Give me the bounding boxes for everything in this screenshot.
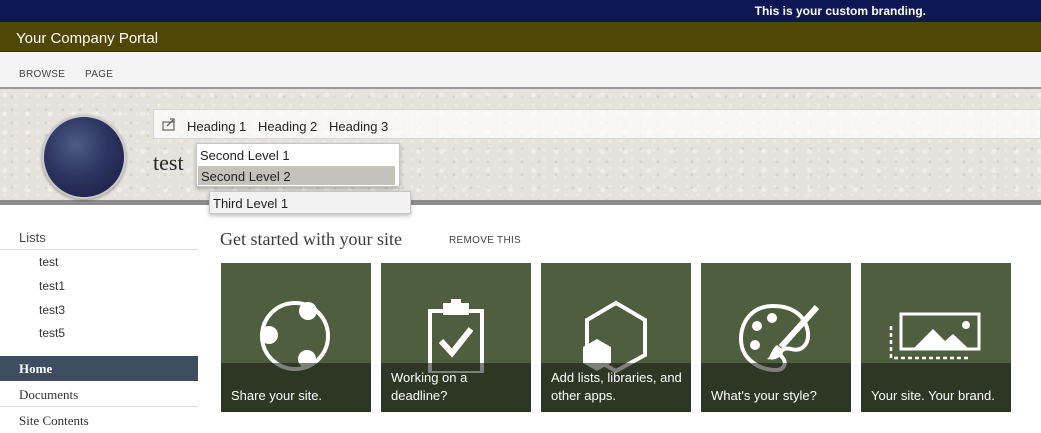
clipboard-check-icon <box>428 299 484 373</box>
remove-this-link[interactable]: REMOVE THIS <box>449 235 521 246</box>
dropdown-item-second-level-2[interactable]: Second Level 2 <box>198 166 395 185</box>
nav-heading-2[interactable]: Heading 2 <box>258 119 317 134</box>
branding-text: This is your custom branding. <box>754 4 926 18</box>
nav-dropdown: Second Level 1 Second Level 2 <box>196 143 400 187</box>
ribbon-tab-browse[interactable]: BROWSE <box>19 69 65 80</box>
tile-share-site[interactable]: Share your site. <box>221 263 371 412</box>
ribbon-tab-page[interactable]: PAGE <box>85 69 113 80</box>
quicklaunch-divider <box>0 249 198 250</box>
tile-brand[interactable]: Your site. Your brand. <box>861 263 1011 412</box>
quicklaunch-item-site-contents[interactable]: Site Contents <box>0 408 198 433</box>
dropdown-item-second-level-1[interactable]: Second Level 1 <box>197 147 397 166</box>
share-icon[interactable] <box>162 117 177 131</box>
portal-bar: Your Company Portal <box>0 22 1041 52</box>
get-started-title: Get started with your site <box>220 229 402 249</box>
quicklaunch-item-test1[interactable]: test1 <box>39 279 65 293</box>
tile-label: Working on a deadline? <box>391 370 468 403</box>
tile-label: Your site. Your brand. <box>871 388 995 403</box>
image-brand-icon <box>889 312 981 360</box>
tile-deadline[interactable]: Working on a deadline? <box>381 263 531 412</box>
quicklaunch-item-test5[interactable]: test5 <box>39 326 65 340</box>
share-icon <box>260 301 330 371</box>
header-divider <box>0 200 1041 205</box>
quicklaunch-item-documents[interactable]: Documents <box>0 382 198 407</box>
top-navigation: Heading 1 Heading 2 Heading 3 <box>153 109 1041 139</box>
nav-heading-1[interactable]: Heading 1 <box>187 119 246 134</box>
quicklaunch-item-home[interactable]: Home <box>0 356 198 381</box>
quicklaunch-item-test[interactable]: test <box>39 255 58 269</box>
palette-icon <box>738 303 820 373</box>
portal-title[interactable]: Your Company Portal <box>16 30 158 47</box>
site-header <box>0 89 1041 203</box>
tile-style[interactable]: What's your style? <box>701 263 851 412</box>
nav-subdropdown: Third Level 1 <box>209 191 411 214</box>
ribbon: BROWSE PAGE <box>0 52 1041 89</box>
site-title[interactable]: test <box>153 150 184 176</box>
dropdown-item-third-level-1[interactable]: Third Level 1 <box>213 196 288 211</box>
quicklaunch-lists-heading[interactable]: Lists <box>19 230 46 245</box>
branding-bar: This is your custom branding. <box>0 0 1041 22</box>
tile-label: What's your style? <box>711 388 817 403</box>
nav-heading-3[interactable]: Heading 3 <box>329 119 388 134</box>
quicklaunch-item-test3[interactable]: test3 <box>39 303 65 317</box>
app-hexagon-icon <box>583 300 647 373</box>
tile-label: Add lists, libraries, and other apps. <box>551 370 682 403</box>
tile-add-apps[interactable]: Add lists, libraries, and other apps. <box>541 263 691 412</box>
site-logo[interactable] <box>42 115 126 199</box>
tile-label: Share your site. <box>231 388 323 403</box>
